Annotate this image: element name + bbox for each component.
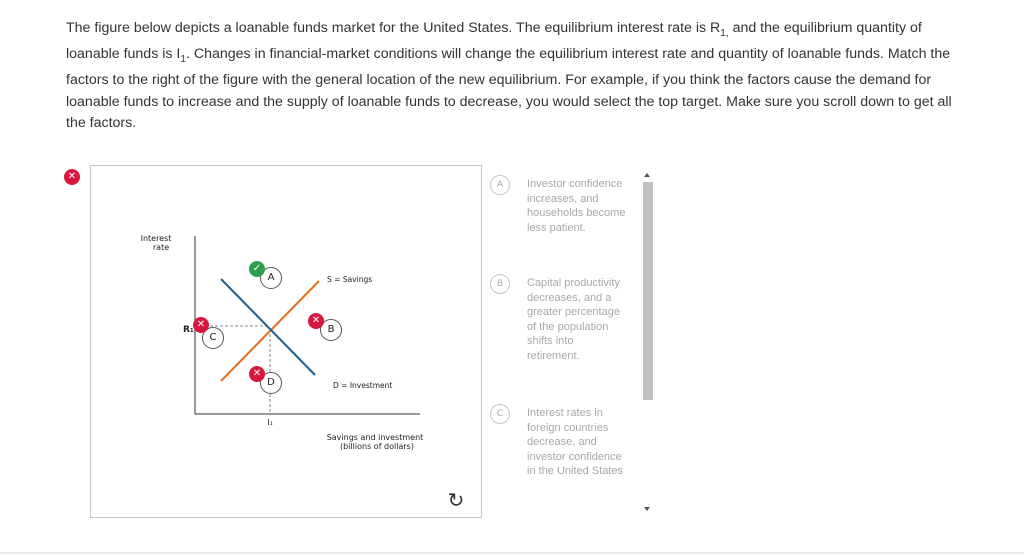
i1-label: I₁ (267, 418, 273, 427)
y-axis-label-line1: Interest (141, 234, 172, 243)
x-axis-label-line1: Savings and investment (327, 433, 424, 442)
demand-curve-label: D = Investment (333, 381, 392, 390)
factor-badge-c: C (490, 404, 510, 424)
bottom-divider (0, 552, 1024, 554)
factor-text-c: Interest rates in foreign countries decr… (527, 407, 624, 478)
factor-scrollbar[interactable] (642, 168, 654, 520)
supply-curve-label: S = Savings (327, 275, 372, 284)
scroll-down-arrow-icon[interactable] (644, 507, 650, 511)
factor-text-a: Investor confidence increases, and house… (527, 178, 626, 234)
scroll-up-arrow-icon[interactable] (644, 173, 650, 177)
target-b-x-icon: ✕ (308, 313, 324, 329)
overall-incorrect-icon: ✕ (64, 169, 80, 185)
factor-badge-b: B (490, 274, 510, 294)
target-c-x-icon: ✕ (193, 317, 209, 333)
target-a-check-icon: ✓ (249, 261, 265, 277)
reset-icon[interactable]: ↻ (446, 490, 466, 510)
graph-panel: Interest rate Savings and investment (bi… (90, 165, 482, 518)
scroll-thumb[interactable] (643, 182, 653, 400)
x-axis-label-line2: (billions of dollars) (340, 442, 414, 451)
factor-text-b: Capital productivity decreases, and a gr… (527, 277, 620, 362)
loanable-funds-graph: Interest rate Savings and investment (bi… (141, 234, 424, 451)
y-axis-label-line2: rate (153, 243, 169, 252)
factor-badge-a: A (490, 175, 510, 195)
question-text: The figure below depicts a loanable fund… (66, 20, 952, 132)
demand-curve (220, 278, 316, 376)
factor-list: A Investor confidence increases, and hou… (486, 165, 656, 520)
target-d-x-icon: ✕ (249, 366, 265, 382)
r1-subscript: 1, (720, 27, 729, 39)
